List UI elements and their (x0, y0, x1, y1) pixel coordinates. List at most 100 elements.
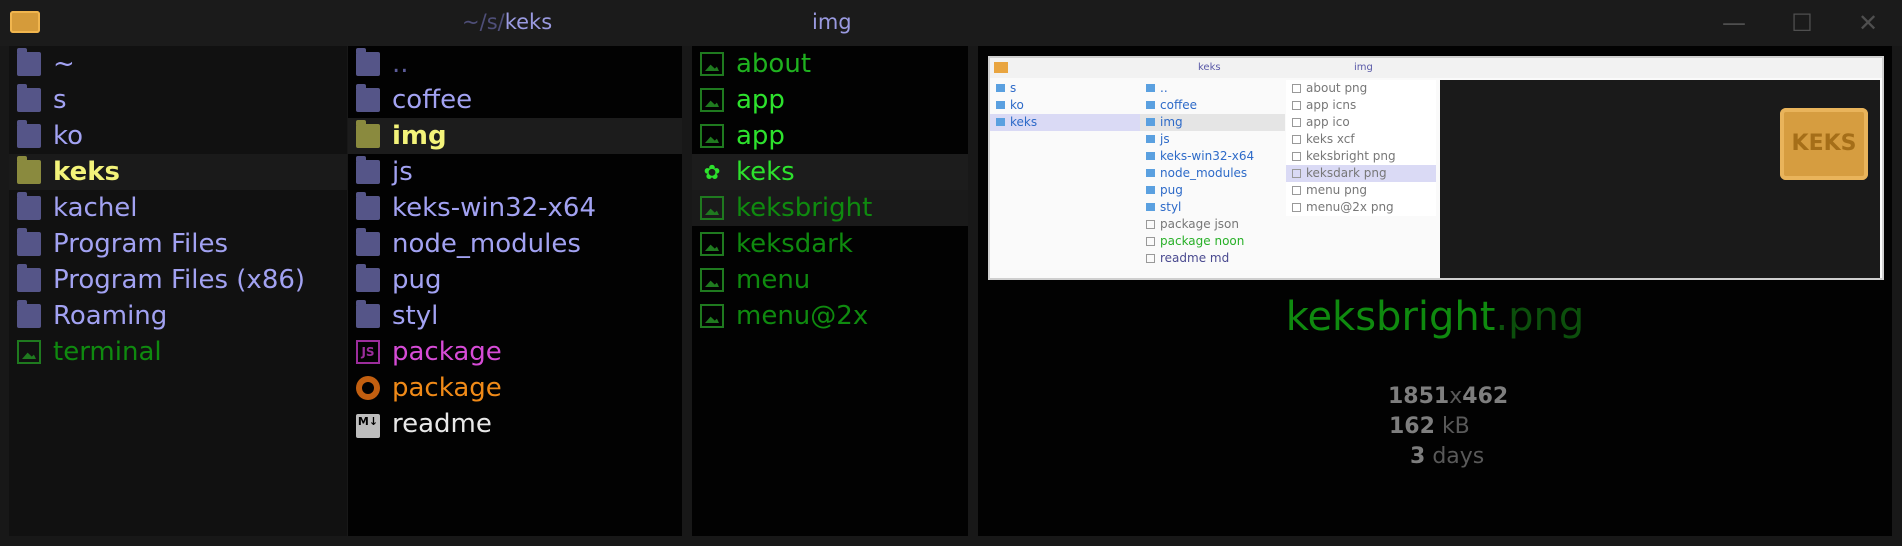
list-item[interactable]: about (692, 46, 968, 82)
list-item: app icns (1286, 97, 1436, 114)
image-file-icon (17, 340, 41, 364)
folder-icon (17, 48, 41, 76)
breadcrumb-s[interactable]: s (487, 10, 498, 34)
list-item[interactable]: ~ (9, 46, 347, 82)
list-item[interactable]: Program Files (x86) (9, 262, 347, 298)
list-item: keks-win32-x64 (1140, 148, 1285, 165)
markdown-file-icon: M↓ (356, 414, 380, 438)
column-parent-folders[interactable]: ~ s ko keks kachel Program Files Program… (9, 46, 347, 536)
list-item: about png (1286, 80, 1436, 97)
list-item[interactable]: ko (9, 118, 347, 154)
folder-icon (17, 300, 41, 328)
list-item: .. (1140, 80, 1285, 97)
image-file-icon (700, 232, 724, 256)
dark-screenshot-thumbnail: KEKS (1440, 80, 1880, 278)
list-item[interactable]: M↓ readme (348, 406, 682, 442)
list-item: keks (990, 114, 1140, 131)
list-item: pug (1140, 182, 1285, 199)
list-item: s (990, 80, 1140, 97)
preview-title-left: keks (1198, 62, 1221, 73)
image-file-icon (700, 52, 724, 76)
list-item: package noon (1140, 233, 1285, 250)
preview-column-2: .. coffee img js keks-win32-x64 node_mod… (1140, 80, 1285, 267)
keks-biscuit-logo: KEKS (1780, 108, 1868, 180)
list-item: js (1140, 131, 1285, 148)
list-item[interactable]: menu (692, 262, 968, 298)
image-dimensions: 1851x462 (1388, 384, 1509, 409)
list-item[interactable]: coffee (348, 82, 682, 118)
list-item[interactable]: ✿ keks (692, 154, 968, 190)
folder-icon (356, 48, 380, 76)
list-item: keksdark png (1286, 165, 1436, 182)
folder-icon (356, 192, 380, 220)
list-item[interactable]: Roaming (9, 298, 347, 334)
list-item[interactable]: app (692, 118, 968, 154)
folder-icon (356, 84, 380, 112)
list-item-selected[interactable]: img (348, 118, 682, 154)
list-item: styl (1140, 199, 1285, 216)
list-item: node_modules (1140, 165, 1285, 182)
folder-icon (17, 84, 41, 112)
list-item: menu@2x png (1286, 199, 1436, 216)
close-button[interactable]: ✕ (1848, 8, 1888, 38)
list-item[interactable]: JS package (348, 334, 682, 370)
list-item[interactable]: keks-win32-x64 (348, 190, 682, 226)
preview-titlebar: keks img (990, 58, 1882, 78)
list-item[interactable]: app (692, 82, 968, 118)
image-file-icon (700, 268, 724, 292)
list-item[interactable]: node_modules (348, 226, 682, 262)
folder-icon (356, 264, 380, 292)
minimize-button[interactable]: — (1714, 8, 1754, 38)
folder-icon (356, 300, 380, 328)
title-bar: ~/s/keks img — ☐ ✕ (0, 0, 1902, 46)
list-item-selected[interactable]: keksbright (692, 190, 968, 226)
column-img-contents[interactable]: about app app ✿ keks keksbright keksdark … (692, 46, 968, 536)
preview-filename: keksbright.png (1285, 294, 1585, 340)
preview-pane: keks img s ko keks .. coffee img js keks… (978, 46, 1892, 536)
list-item: readme md (1140, 250, 1285, 267)
list-item[interactable]: kachel (9, 190, 347, 226)
list-item[interactable]: js (348, 154, 682, 190)
folder-icon (356, 228, 380, 256)
app-icon[interactable] (10, 11, 40, 33)
folder-icon (17, 264, 41, 292)
image-file-icon (700, 196, 724, 220)
image-file-icon (700, 88, 724, 112)
list-item: img (1140, 114, 1285, 131)
maximize-button[interactable]: ☐ (1782, 8, 1822, 38)
list-item[interactable]: styl (348, 298, 682, 334)
list-item[interactable]: package (348, 370, 682, 406)
list-item: keks xcf (1286, 131, 1436, 148)
list-item[interactable]: s (9, 82, 347, 118)
list-item[interactable]: pug (348, 262, 682, 298)
list-item: keksbright png (1286, 148, 1436, 165)
list-item: app ico (1286, 114, 1436, 131)
preview-column-1: s ko keks (990, 80, 1140, 131)
breadcrumb-home[interactable]: ~ (462, 10, 480, 34)
breadcrumb: ~/s/keks (462, 10, 552, 34)
folder-icon (356, 156, 380, 184)
folder-icon (17, 192, 41, 220)
file-age: 3 days (1410, 444, 1485, 469)
breadcrumb-keks[interactable]: keks (505, 10, 552, 34)
folder-icon (17, 156, 41, 184)
list-item-selected[interactable]: keks (9, 154, 347, 190)
list-item[interactable]: Program Files (9, 226, 347, 262)
list-item[interactable]: terminal (9, 334, 347, 370)
folder-icon (17, 228, 41, 256)
column-keks-contents[interactable]: .. coffee img js keks-win32-x64 node_mod… (348, 46, 682, 536)
breadcrumb-separator: / (497, 10, 505, 34)
list-item[interactable]: .. (348, 46, 682, 82)
noon-file-icon (356, 376, 380, 400)
folder-icon (356, 120, 380, 148)
list-item[interactable]: keksdark (692, 226, 968, 262)
image-file-icon (700, 124, 724, 148)
file-size: 162 kB (1389, 414, 1470, 439)
preview-title-right: img (1354, 62, 1373, 73)
krita-file-icon: ✿ (703, 160, 721, 184)
list-item[interactable]: menu@2x (692, 298, 968, 334)
image-preview[interactable]: keks img s ko keks .. coffee img js keks… (988, 56, 1884, 280)
image-file-icon (700, 304, 724, 328)
list-item: menu png (1286, 182, 1436, 199)
preview-column-3: about png app icns app ico keks xcf keks… (1286, 80, 1436, 216)
